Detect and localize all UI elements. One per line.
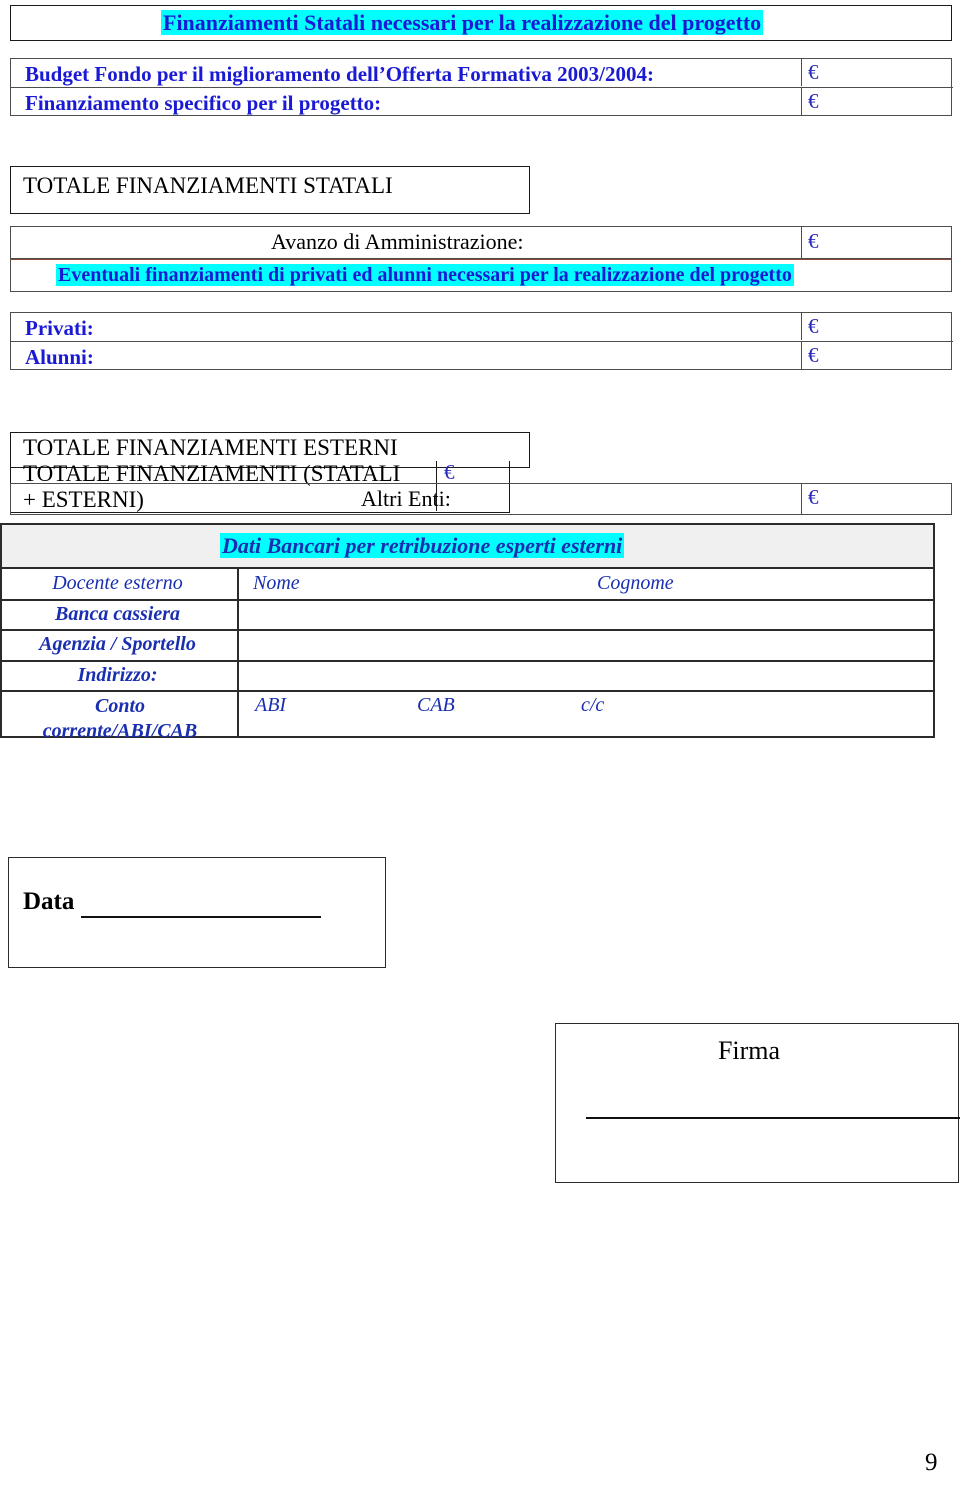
bank-row-label: Indirizzo:	[77, 664, 158, 686]
bank-row-label: Agenzia / Sportello	[39, 633, 196, 655]
budget-fondo-amount-cell[interactable]: €	[801, 59, 953, 86]
alunni-amount-cell[interactable]: €	[801, 342, 953, 369]
euro-symbol: €	[808, 229, 819, 253]
nome-field-label: Nome	[253, 572, 300, 594]
table-row: Privati: €	[11, 313, 953, 342]
bank-data-table: Dati Bancari per retribuzione esperti es…	[0, 523, 935, 742]
private-funding-rows-table: Privati: € Alunni: €	[10, 312, 953, 371]
cognome-field-label: Cognome	[597, 572, 674, 594]
altri-enti-amount-cell[interactable]: €	[801, 484, 953, 514]
date-label: Data	[23, 888, 75, 915]
euro-symbol: €	[808, 343, 819, 367]
bank-row-value-cell[interactable]	[237, 631, 933, 660]
euro-symbol: €	[808, 314, 819, 338]
signature-input-line[interactable]	[586, 1117, 960, 1119]
altri-enti-row: Altri Enti: €	[10, 483, 952, 515]
cab-field-label: CAB	[417, 694, 455, 716]
state-funding-title-text: Finanziamenti Statali necessari per la r…	[161, 9, 941, 37]
avanzo-label: Avanzo di Amministrazione:	[271, 229, 524, 254]
table-row: Finanziamento specifico per il progetto:…	[11, 88, 953, 117]
table-row: Budget Fondo per il miglioramento dell’O…	[11, 59, 953, 88]
bank-row-value-cell[interactable]: Nome Cognome	[237, 569, 933, 599]
table-row: Indirizzo:	[2, 662, 933, 692]
avanzo-row-table: Avanzo di Amministrazione: €	[10, 226, 952, 259]
date-input-line[interactable]	[81, 916, 321, 918]
state-funding-title-label: Finanziamenti Statali necessari per la r…	[161, 10, 764, 35]
private-funding-title-label: Eventuali finanziamenti di privati ed al…	[56, 264, 794, 286]
private-funding-title-box: Eventuali finanziamenti di privati ed al…	[10, 259, 952, 292]
cc-field-label: c/c	[581, 694, 605, 716]
bank-row-value-cell[interactable]	[237, 662, 933, 690]
signature-label: Firma	[717, 1036, 781, 1065]
total-state-funding-label: TOTALE FINANZIAMENTI STATALI	[23, 173, 393, 198]
state-funding-rows-table: Budget Fondo per il miglioramento dell’O…	[10, 58, 953, 117]
euro-symbol: €	[808, 89, 819, 113]
euro-symbol: €	[808, 60, 819, 84]
altri-enti-label: Altri Enti:	[361, 486, 451, 511]
euro-symbol: €	[808, 485, 819, 509]
euro-symbol: €	[444, 460, 455, 484]
table-row: Docente esterno Nome Cognome	[2, 569, 933, 601]
table-row: Conto corrente/ABI/CAB ABI CAB c/c	[2, 692, 933, 742]
avanzo-amount-cell[interactable]: €	[801, 227, 953, 258]
bank-row-value-cell[interactable]	[237, 601, 933, 629]
table-row: Agenzia / Sportello	[2, 631, 933, 662]
total-state-funding-box: TOTALE FINANZIAMENTI STATALI	[10, 166, 530, 214]
finanziamento-specifico-amount-cell[interactable]: €	[801, 88, 953, 115]
abi-field-label: ABI	[255, 694, 287, 716]
date-box: Data	[8, 857, 386, 968]
bank-row-label: Banca cassiera	[55, 603, 180, 625]
bank-data-title-row: Dati Bancari per retribuzione esperti es…	[2, 525, 933, 569]
page-number: 9	[925, 1449, 938, 1476]
privati-label: Privati:	[25, 316, 94, 340]
table-row: Banca cassiera	[2, 601, 933, 631]
document-page: Finanziamenti Statali necessari per la r…	[0, 0, 960, 1507]
signature-box: Firma	[555, 1023, 960, 1183]
private-funding-title-text: Eventuali finanziamenti di privati ed al…	[56, 262, 946, 289]
bank-row-value-cell[interactable]: ABI CAB c/c	[237, 692, 933, 736]
bank-row-label: Docente esterno	[52, 572, 183, 594]
bank-row-label: Conto corrente/ABI/CAB	[42, 695, 198, 742]
privati-amount-cell[interactable]: €	[801, 313, 953, 340]
total-external-label: TOTALE FINANZIAMENTI ESTERNI	[23, 435, 398, 460]
bank-data-title-label: Dati Bancari per retribuzione esperti es…	[220, 533, 625, 558]
state-funding-title-box: Finanziamenti Statali necessari per la r…	[10, 5, 952, 41]
bank-data-title-text: Dati Bancari per retribuzione esperti es…	[220, 532, 920, 560]
alunni-label: Alunni:	[25, 345, 94, 369]
finanziamento-specifico-label: Finanziamento specifico per il progetto:	[25, 91, 382, 115]
table-row: Alunni: €	[11, 342, 953, 371]
budget-fondo-label: Budget Fondo per il miglioramento dell’O…	[25, 62, 654, 86]
